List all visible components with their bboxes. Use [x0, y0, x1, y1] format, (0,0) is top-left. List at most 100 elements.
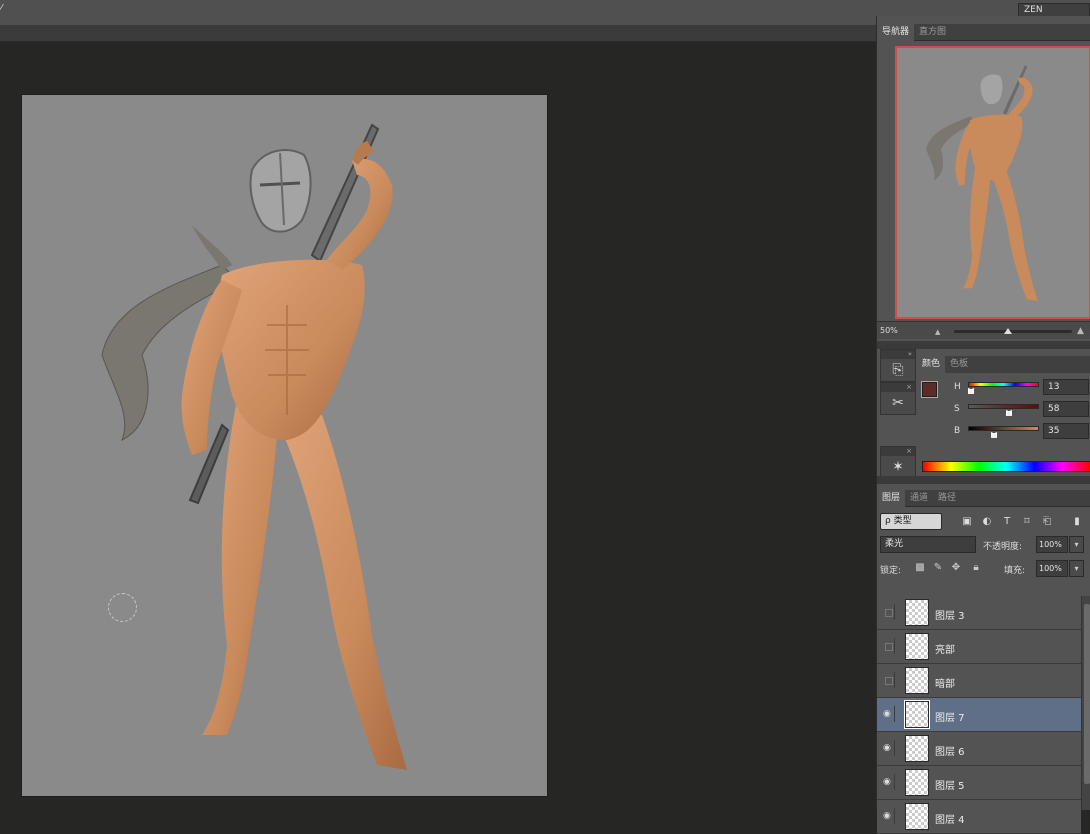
- layer-filter-row: ρ 类型 ▣ ◐ T ⌑ ⎗ ▮: [880, 513, 1088, 531]
- layer-thumbnail: [905, 735, 929, 762]
- foreground-color-swatch[interactable]: [922, 382, 937, 397]
- layer-row[interactable]: 暗部: [877, 664, 1081, 698]
- layers-tabs: 图层 通道 路径: [877, 490, 1090, 507]
- visibility-toggle[interactable]: [881, 672, 895, 688]
- brush-cursor: [108, 593, 137, 622]
- tab-color[interactable]: 颜色: [917, 356, 946, 373]
- tab-paths[interactable]: 路径: [933, 490, 961, 507]
- layer-name: 图层 3: [935, 611, 965, 622]
- brush-preset-icon[interactable]: ✶: [881, 456, 915, 478]
- layers-panel: 图层 通道 路径 ρ 类型 ▣ ◐ T ⌑ ⎗ ▮ 柔光 不透明度: 100% ▾ …: [877, 490, 1090, 834]
- layer-row[interactable]: 图层 3: [877, 596, 1081, 630]
- eye-icon: ◉: [883, 709, 891, 719]
- lock-label: 锁定:: [880, 566, 902, 576]
- collapsed-panel-tools[interactable]: × ✂: [880, 382, 916, 415]
- saturation-label: S: [954, 404, 960, 414]
- hue-label: H: [954, 382, 961, 392]
- layer-thumbnail: [905, 667, 929, 694]
- layer-row[interactable]: ◉ 图层 4: [877, 800, 1081, 834]
- zoom-in-icon[interactable]: ▲: [1077, 326, 1089, 336]
- layer-row[interactable]: ◉ 图层 6: [877, 732, 1081, 766]
- panel-separator: [877, 341, 1090, 349]
- lock-pixels-icon[interactable]: ✎: [932, 562, 944, 574]
- layer-row-selected[interactable]: ◉ 图层 7: [877, 698, 1081, 732]
- hidden-box-icon: [885, 643, 893, 651]
- fill-input[interactable]: 100%: [1036, 560, 1068, 577]
- type-filter-icon[interactable]: T: [1000, 515, 1014, 528]
- hidden-box-icon: [885, 609, 893, 617]
- saturation-value[interactable]: 58: [1043, 401, 1089, 417]
- fill-label: 填充:: [1004, 566, 1026, 576]
- tab-histogram[interactable]: 直方图: [914, 24, 951, 41]
- color-spectrum-ramp[interactable]: [922, 461, 1090, 472]
- visibility-toggle[interactable]: [881, 604, 895, 620]
- brightness-slider[interactable]: [968, 426, 1039, 431]
- layer-name: 暗部: [935, 679, 955, 690]
- filter-toggle-icon[interactable]: ▮: [1070, 515, 1084, 528]
- eye-icon: ◉: [883, 743, 891, 753]
- brush-icon[interactable]: ⁄: [0, 2, 8, 16]
- collapse-icon[interactable]: »: [881, 350, 915, 359]
- layer-thumbnail: [905, 599, 929, 626]
- visibility-toggle[interactable]: ◉: [881, 740, 895, 756]
- tab-layers[interactable]: 图层: [877, 490, 906, 507]
- brightness-value[interactable]: 35: [1043, 423, 1089, 439]
- navigator-tabs: 导航器 直方图: [877, 24, 1090, 41]
- layer-list: 图层 3 亮部 暗部 ◉ 图层 7 ◉ 图层 6 ◉ 图层 5 ◉ 图层 4: [877, 596, 1081, 834]
- layer-filter-select[interactable]: ρ 类型: [880, 513, 942, 530]
- visibility-toggle[interactable]: ◉: [881, 774, 895, 790]
- opacity-dropdown-icon[interactable]: ▾: [1069, 536, 1084, 553]
- visibility-toggle[interactable]: [881, 638, 895, 654]
- options-bar: [0, 26, 878, 42]
- zoom-slider[interactable]: [954, 330, 1072, 333]
- brightness-thumb[interactable]: [991, 432, 997, 438]
- canvas-area[interactable]: [0, 43, 878, 810]
- fill-dropdown-icon[interactable]: ▾: [1069, 560, 1084, 577]
- layer-name: 亮部: [935, 645, 955, 656]
- right-panel-dock: 导航器 直方图 50% ▲ ▲ » ⎘ × ✂ × ✶ 颜色 色板 H 13 S…: [876, 16, 1090, 834]
- document-canvas[interactable]: [22, 95, 547, 796]
- zoom-slider-thumb[interactable]: [1004, 328, 1012, 334]
- image-filter-icon[interactable]: ▣: [960, 515, 974, 528]
- hue-value[interactable]: 13: [1043, 379, 1089, 395]
- collapsed-panel-history[interactable]: » ⎘: [880, 349, 916, 382]
- close-icon[interactable]: ×: [881, 447, 915, 456]
- shape-filter-icon[interactable]: ⌑: [1020, 515, 1034, 528]
- tab-navigator[interactable]: 导航器: [877, 24, 915, 41]
- collapsed-panel-brush[interactable]: × ✶: [880, 446, 916, 479]
- tab-channels[interactable]: 通道: [905, 490, 933, 507]
- smart-object-filter-icon[interactable]: ⎗: [1040, 515, 1054, 528]
- saturation-slider[interactable]: [968, 404, 1039, 409]
- close-icon[interactable]: ×: [881, 383, 915, 392]
- layer-name: 图层 4: [935, 815, 965, 826]
- opacity-input[interactable]: 100%: [1036, 536, 1068, 553]
- tool-preset-icon[interactable]: ✂: [881, 392, 915, 414]
- layer-name: 图层 7: [935, 713, 965, 724]
- layer-thumbnail: [904, 700, 930, 729]
- hue-thumb[interactable]: [968, 388, 974, 394]
- visibility-toggle[interactable]: ◉: [881, 706, 895, 722]
- layer-thumbnail: [905, 633, 929, 660]
- scrollbar-thumb[interactable]: [1084, 604, 1090, 784]
- hue-slider[interactable]: [968, 382, 1039, 387]
- history-icon[interactable]: ⎘: [881, 359, 915, 381]
- navigator-preview[interactable]: [895, 46, 1090, 319]
- layer-row[interactable]: ◉ 图层 5: [877, 766, 1081, 800]
- lock-transparency-icon[interactable]: ▩: [914, 562, 926, 574]
- adjustment-filter-icon[interactable]: ◐: [980, 515, 994, 528]
- zoom-out-icon[interactable]: ▲: [935, 328, 943, 336]
- panel-separator: [877, 476, 1090, 484]
- lock-all-icon[interactable]: 🔒︎: [970, 562, 982, 574]
- layer-row[interactable]: 亮部: [877, 630, 1081, 664]
- zoom-level[interactable]: 50%: [880, 326, 898, 335]
- saturation-thumb[interactable]: [1006, 410, 1012, 416]
- layers-scrollbar[interactable]: [1081, 596, 1090, 810]
- color-panel: 颜色 色板 H 13 S 58 B 35: [917, 356, 1090, 474]
- navigator-zoom-bar: 50% ▲ ▲: [877, 321, 1090, 339]
- lock-position-icon[interactable]: ✥: [950, 562, 962, 574]
- blend-mode-select[interactable]: 柔光: [880, 536, 976, 553]
- visibility-toggle[interactable]: ◉: [881, 808, 895, 824]
- brightness-label: B: [954, 426, 961, 436]
- layer-name: 图层 5: [935, 781, 965, 792]
- tab-swatches[interactable]: 色板: [945, 356, 973, 373]
